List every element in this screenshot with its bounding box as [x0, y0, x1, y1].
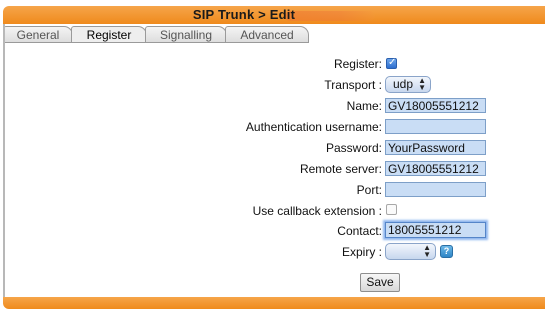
expiry-row: Expiry : ▲ ▼ ? [0, 243, 545, 260]
page-title: SIP Trunk > Edit [192, 7, 296, 22]
transport-row: Transport : udp ▲ ▼ [0, 76, 545, 93]
auth-username-label: Authentication username: [245, 120, 382, 134]
bottom-bar [3, 297, 545, 309]
tab-bar: General Register Signalling Advanced [3, 24, 545, 44]
expiry-label: Expiry : [341, 245, 382, 259]
name-row: Name: [0, 98, 545, 114]
help-icon[interactable]: ? [440, 245, 453, 258]
name-label: Name: [346, 99, 382, 113]
transport-select[interactable]: udp ▲ ▼ [385, 76, 431, 93]
tab-general[interactable]: General [3, 26, 73, 43]
up-down-arrows-icon: ▲ ▼ [423, 243, 431, 259]
contact-label: Contact: [337, 224, 382, 238]
save-button[interactable]: Save [360, 273, 400, 292]
port-input[interactable] [385, 182, 486, 197]
password-row: Password: [0, 140, 545, 156]
callback-extension-checkbox[interactable] [386, 204, 397, 215]
tab-signalling[interactable]: Signalling [145, 26, 227, 43]
name-input[interactable] [385, 98, 486, 113]
tab-advanced[interactable]: Advanced [225, 26, 309, 43]
register-checkbox[interactable]: ✓ [386, 57, 397, 69]
register-row: Register: ✓ [0, 56, 545, 72]
callback-extension-row: Use callback extension : [0, 203, 545, 219]
password-input[interactable] [385, 140, 486, 155]
transport-label: Transport : [324, 78, 382, 92]
auth-username-row: Authentication username: [0, 119, 545, 135]
callback-extension-label: Use callback extension : [252, 204, 382, 218]
password-label: Password: [325, 141, 382, 155]
redacted-title-part [285, 10, 376, 21]
tab-register[interactable]: Register [71, 26, 147, 43]
expiry-select[interactable]: ▲ ▼ [385, 243, 436, 260]
remote-server-input[interactable] [385, 161, 486, 176]
remote-server-label: Remote server: [299, 162, 382, 176]
contact-input[interactable] [385, 222, 486, 238]
up-down-arrows-icon: ▲ ▼ [418, 76, 426, 92]
port-label: Port: [356, 183, 382, 197]
tab-divider [3, 42, 309, 43]
checkmark-icon: ✓ [388, 57, 397, 68]
port-row: Port: [0, 182, 545, 198]
register-label: Register: [333, 57, 382, 71]
auth-username-input[interactable] [385, 119, 486, 134]
title-bar: SIP Trunk > Edit [3, 6, 545, 24]
transport-value: udp [393, 77, 414, 91]
remote-server-row: Remote server: [0, 161, 545, 177]
contact-row: Contact: [0, 222, 545, 238]
